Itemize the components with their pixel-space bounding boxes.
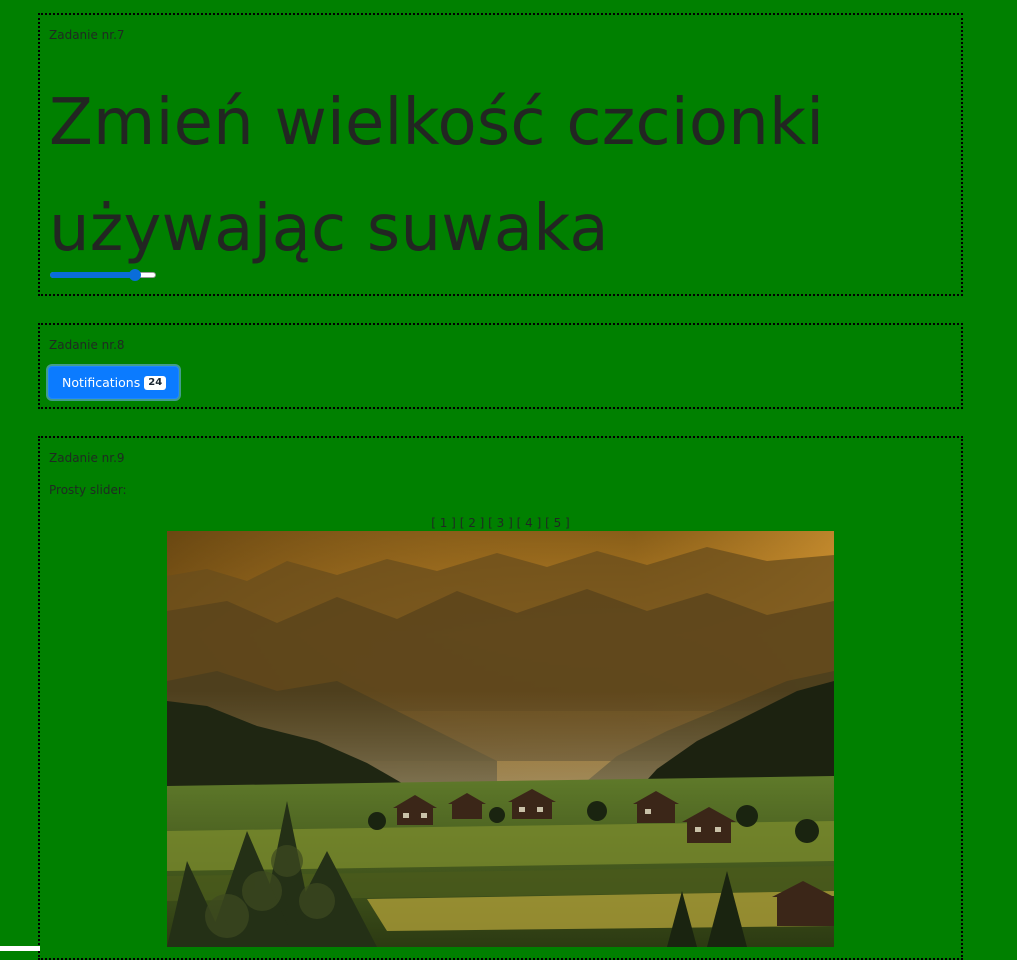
- notifications-badge: 24: [144, 375, 167, 390]
- bottom-strip: [0, 946, 40, 951]
- slider-nav-4[interactable]: [ 4 ]: [517, 516, 542, 530]
- task-7-label: Zadanie nr.7: [49, 28, 125, 42]
- task-9-label: Zadanie nr.9: [49, 451, 125, 465]
- task-7-section: Zadanie nr.7 Zmień wielkość czcionki uży…: [38, 13, 963, 296]
- slider-nav-3[interactable]: [ 3 ]: [488, 516, 513, 530]
- task-8-label: Zadanie nr.8: [49, 338, 125, 352]
- notifications-button-label: Notifications: [62, 375, 141, 390]
- slider-thumb[interactable]: [129, 269, 141, 281]
- notifications-button[interactable]: Notifications 24: [48, 366, 180, 399]
- slider-nav: [ 1 ] [ 2 ] [ 3 ] [ 4 ] [ 5 ]: [40, 516, 961, 530]
- task-9-section: Zadanie nr.9 Prosty slider: [ 1 ] [ 2 ] …: [38, 436, 963, 960]
- font-size-slider[interactable]: [50, 267, 156, 283]
- slider-nav-5[interactable]: [ 5 ]: [545, 516, 570, 530]
- slider-nav-1[interactable]: [ 1 ]: [431, 516, 456, 530]
- slider-fill: [50, 272, 135, 278]
- task-8-section: Zadanie nr.8 Notifications 24: [38, 323, 963, 409]
- slider-nav-2[interactable]: [ 2 ]: [460, 516, 485, 530]
- landscape-image: [167, 531, 834, 947]
- slider-caption: Prosty slider:: [49, 483, 127, 497]
- font-size-heading: Zmień wielkość czcionki używając suwaka: [49, 86, 825, 266]
